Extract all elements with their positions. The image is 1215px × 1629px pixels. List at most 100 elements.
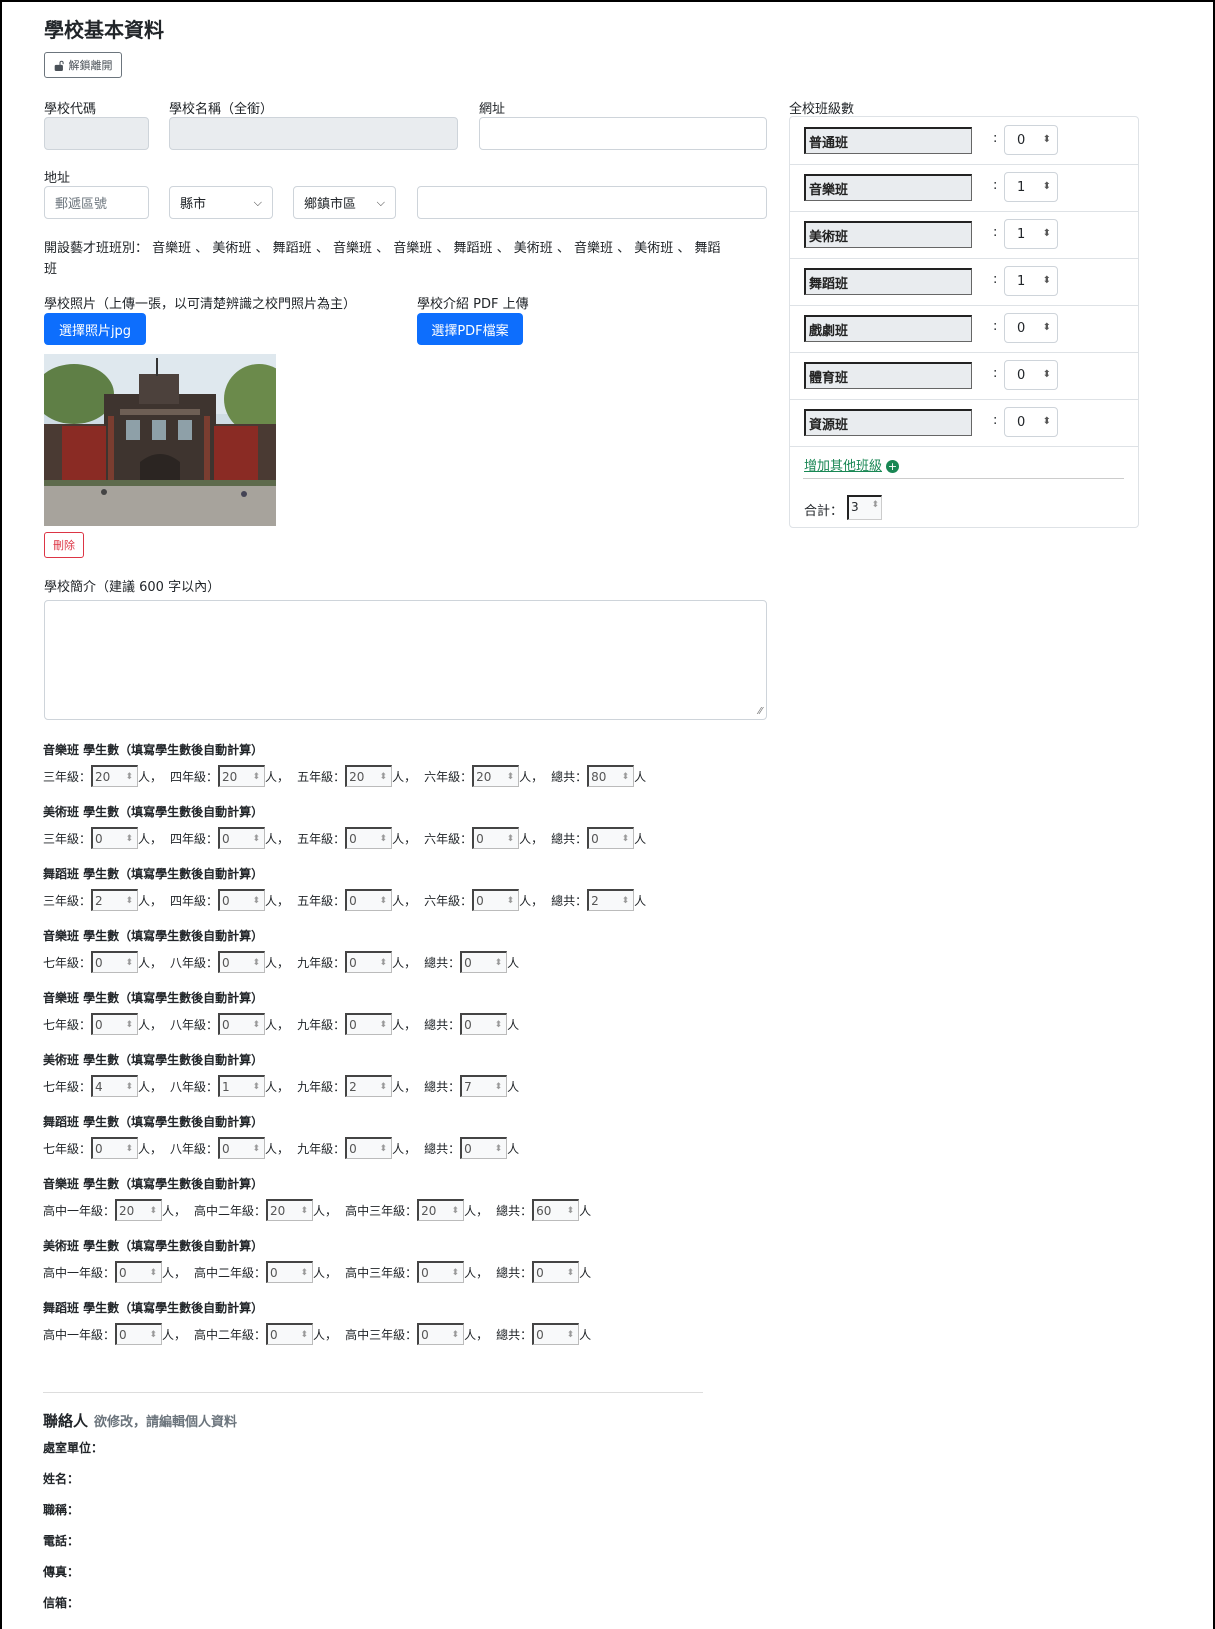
spinner-icon[interactable]: ⬍ [507, 896, 515, 906]
student-count-input[interactable]: 0 ⬍ [218, 827, 266, 849]
class-name-field[interactable]: 美術班 [804, 221, 972, 248]
spinner-icon[interactable]: ⬍ [1043, 229, 1051, 239]
spinner-icon[interactable]: ⬍ [380, 1144, 388, 1154]
resize-grip-icon[interactable]: ⁄⁄ [759, 706, 762, 717]
spinner-icon[interactable]: ⬍ [507, 772, 515, 782]
spinner-icon[interactable]: ⬍ [1043, 135, 1051, 145]
student-count-input[interactable]: 0 ⬍ [472, 889, 520, 911]
class-name-field[interactable]: 戲劇班 [804, 315, 972, 342]
spinner-icon[interactable]: ⬍ [125, 772, 133, 782]
spinner-icon[interactable]: ⬍ [253, 896, 261, 906]
student-count-input[interactable]: 0 ⬍ [115, 1323, 163, 1345]
student-count-input[interactable]: 0 ⬍ [345, 889, 393, 911]
student-count-input[interactable]: 0 ⬍ [218, 889, 266, 911]
spinner-icon[interactable]: ⬍ [149, 1268, 157, 1278]
spinner-icon[interactable]: ⬍ [125, 1082, 133, 1092]
student-count-input[interactable]: 0 ⬍ [218, 951, 266, 973]
spinner-icon[interactable]: ⬍ [301, 1268, 309, 1278]
intro-textarea[interactable]: ⁄⁄ [44, 600, 767, 720]
spinner-icon[interactable]: ⬍ [253, 1144, 261, 1154]
class-name-field[interactable]: 音樂班 [804, 174, 972, 201]
spinner-icon[interactable]: ⬍ [149, 1206, 157, 1216]
student-count-input[interactable]: 0 ⬍ [345, 827, 393, 849]
student-count-input[interactable]: 0 ⬍ [345, 951, 393, 973]
spinner-icon[interactable]: ⬍ [149, 1330, 157, 1340]
student-count-input[interactable]: 20 ⬍ [345, 765, 393, 787]
student-count-input[interactable]: 0 ⬍ [91, 1137, 139, 1159]
student-count-input[interactable]: 0 ⬍ [91, 1013, 139, 1035]
spinner-icon[interactable]: ⬍ [452, 1206, 460, 1216]
spinner-icon[interactable]: ⬍ [253, 958, 261, 968]
student-count-input[interactable]: 20 ⬍ [115, 1199, 163, 1221]
class-name-field[interactable]: 體育班 [804, 362, 972, 389]
student-count-input[interactable]: 0 ⬍ [91, 951, 139, 973]
spinner-icon[interactable]: ⬍ [125, 896, 133, 906]
student-count-input[interactable]: 0 ⬍ [417, 1261, 465, 1283]
class-name-field[interactable]: 普通班 [804, 127, 972, 154]
student-count-input[interactable]: 1 ⬍ [218, 1075, 266, 1097]
add-other-class-link[interactable]: 增加其他班級 + [804, 455, 900, 474]
spinner-icon[interactable]: ⬍ [253, 1082, 261, 1092]
spinner-icon[interactable]: ⬍ [1043, 417, 1051, 427]
class-count-input[interactable]: 1 ⬍ [1004, 172, 1058, 202]
spinner-icon[interactable]: ⬍ [301, 1330, 309, 1340]
student-count-input[interactable]: 2 ⬍ [91, 889, 139, 911]
class-name-field[interactable]: 資源班 [804, 409, 972, 436]
township-select[interactable]: 鄉鎮市區 ⌵ [293, 186, 396, 219]
student-count-input[interactable]: 0 ⬍ [91, 827, 139, 849]
spinner-icon[interactable]: ⬍ [380, 834, 388, 844]
spinner-icon[interactable]: ⬍ [253, 772, 261, 782]
spinner-icon[interactable]: ⬍ [380, 958, 388, 968]
spinner-icon[interactable]: ⬍ [1043, 323, 1051, 333]
class-name-field[interactable]: 舞蹈班 [804, 268, 972, 295]
student-count-input[interactable]: 4 ⬍ [91, 1075, 139, 1097]
student-count-input[interactable]: 0 ⬍ [218, 1137, 266, 1159]
spinner-icon[interactable]: ⬍ [452, 1268, 460, 1278]
student-count-input[interactable]: 0 ⬍ [266, 1323, 314, 1345]
student-count-input[interactable]: 0 ⬍ [218, 1013, 266, 1035]
student-count-input[interactable]: 0 ⬍ [266, 1261, 314, 1283]
spinner-icon[interactable]: ⬍ [253, 834, 261, 844]
student-count-input[interactable]: 0 ⬍ [345, 1137, 393, 1159]
student-count-input[interactable]: 0 ⬍ [417, 1323, 465, 1345]
spinner-icon[interactable]: ⬍ [253, 1020, 261, 1030]
class-count-input[interactable]: 0 ⬍ [1004, 125, 1058, 155]
website-field[interactable] [479, 117, 767, 150]
student-count-input[interactable]: 0 ⬍ [472, 827, 520, 849]
address-detail-field[interactable] [417, 186, 767, 219]
spinner-icon[interactable]: ⬍ [380, 1020, 388, 1030]
student-count-input[interactable]: 20 ⬍ [91, 765, 139, 787]
class-count-input[interactable]: 0 ⬍ [1004, 313, 1058, 343]
class-count-input[interactable]: 0 ⬍ [1004, 407, 1058, 437]
choose-photo-button[interactable]: 選擇照片jpg [44, 313, 146, 345]
student-count-input[interactable]: 20 ⬍ [417, 1199, 465, 1221]
spinner-icon[interactable]: ⬍ [125, 834, 133, 844]
spinner-icon[interactable]: ⬍ [125, 958, 133, 968]
spinner-icon[interactable]: ⬍ [125, 1144, 133, 1154]
county-select[interactable]: 縣市 ⌵ [169, 186, 273, 219]
spinner-icon[interactable]: ⬍ [452, 1330, 460, 1340]
spinner-icon[interactable]: ⬍ [507, 834, 515, 844]
student-count-input[interactable]: 20 ⬍ [266, 1199, 314, 1221]
student-count-input[interactable]: 0 ⬍ [115, 1261, 163, 1283]
spinner-icon[interactable]: ⬍ [380, 1082, 388, 1092]
student-count-input[interactable]: 20 ⬍ [472, 765, 520, 787]
student-count-input[interactable]: 0 ⬍ [345, 1013, 393, 1035]
choose-pdf-button[interactable]: 選擇PDF檔案 [417, 313, 523, 345]
spinner-icon[interactable]: ⬍ [1043, 182, 1051, 192]
class-count-input[interactable]: 0 ⬍ [1004, 360, 1058, 390]
spinner-icon[interactable]: ⬍ [125, 1020, 133, 1030]
spinner-icon[interactable]: ⬍ [301, 1206, 309, 1216]
spinner-icon[interactable]: ⬍ [380, 772, 388, 782]
class-count-input[interactable]: 1 ⬍ [1004, 266, 1058, 296]
class-count-input[interactable]: 1 ⬍ [1004, 219, 1058, 249]
spinner-icon[interactable]: ⬍ [1043, 370, 1051, 380]
student-count-input[interactable]: 2 ⬍ [345, 1075, 393, 1097]
spinner-icon[interactable]: ⬍ [380, 896, 388, 906]
unlock-leave-button[interactable]: 解鎖離開 [44, 52, 122, 78]
delete-photo-button[interactable]: 刪除 [44, 532, 84, 558]
window-frame-left [0, 0, 2, 1629]
student-count-input[interactable]: 20 ⬍ [218, 765, 266, 787]
postal-code-field[interactable]: 郵遞區號 [44, 186, 149, 219]
spinner-icon[interactable]: ⬍ [1043, 276, 1051, 286]
